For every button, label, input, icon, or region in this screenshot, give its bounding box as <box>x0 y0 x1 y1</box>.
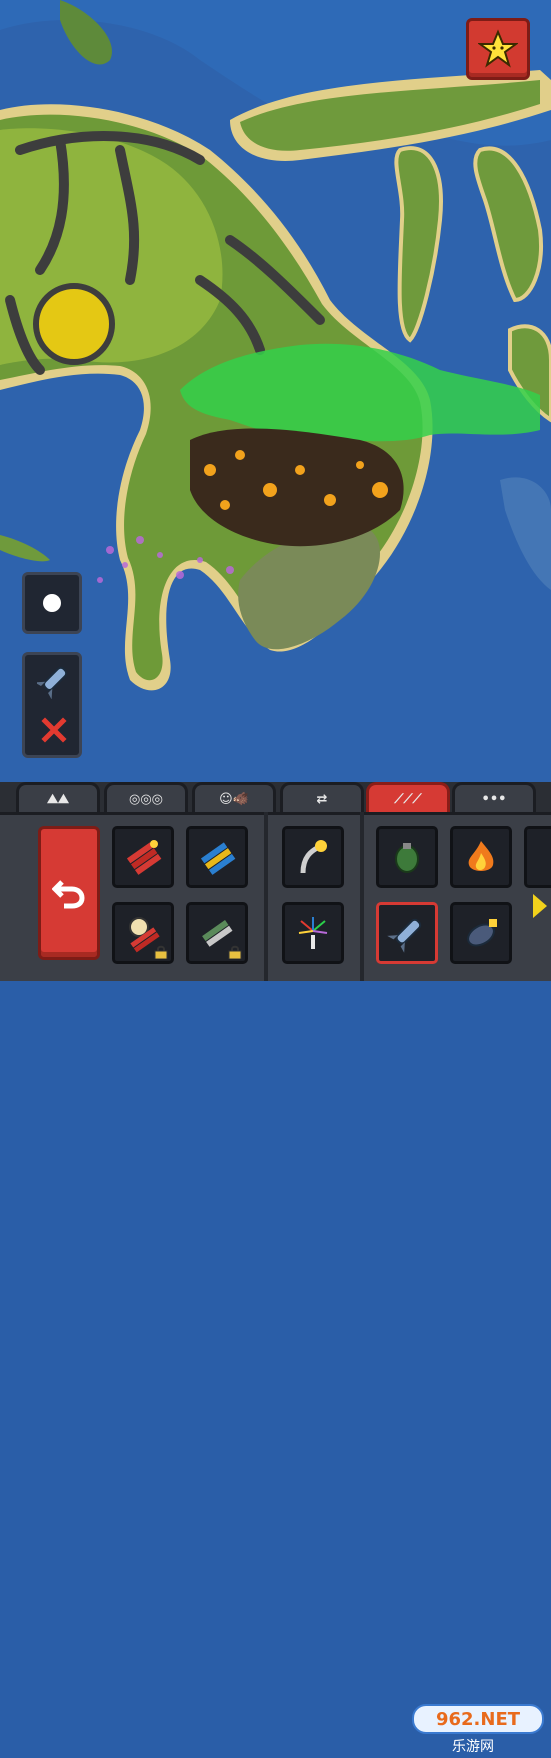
terrain-icon: ⛰⛰ <box>47 792 69 807</box>
favorites-button[interactable] <box>466 18 530 80</box>
tab-links[interactable]: ⇄ <box>280 782 364 814</box>
watermark: 962.NET 乐游网 <box>412 1700 544 1758</box>
x-mark-icon[interactable] <box>41 717 67 743</box>
missile-icon <box>387 918 422 953</box>
sun-crater <box>33 283 115 365</box>
tab-creatures[interactable]: ☺🐗 <box>192 782 276 814</box>
undo-button[interactable] <box>38 826 100 960</box>
creatures-icon: ☺🐗 <box>219 792 249 807</box>
tab-destruction[interactable]: ⟋⟋⟋ <box>366 782 450 814</box>
links-icon: ⇄ <box>316 792 328 807</box>
fireworks-icon <box>298 917 328 949</box>
power-slot-fireworks[interactable] <box>282 902 344 964</box>
power-slot-missile[interactable] <box>376 902 438 964</box>
tab-more[interactable]: ••• <box>452 782 536 814</box>
atomic-bomb-icon <box>467 919 497 947</box>
power-slot-partial[interactable] <box>524 826 551 888</box>
power-slot-timebomb[interactable] <box>112 902 174 964</box>
tab-terrain[interactable]: ⛰⛰ <box>16 782 100 814</box>
selected-power-panel[interactable] <box>22 652 82 758</box>
scroll-right-arrow-icon[interactable] <box>533 894 547 918</box>
power-slot-lightning[interactable] <box>282 826 344 888</box>
tray-divider <box>360 812 364 981</box>
destruction-icon: ⟋⟋⟋ <box>394 792 422 807</box>
power-slot-atomic-bomb[interactable] <box>450 902 512 964</box>
power-slot-napalm[interactable] <box>186 902 248 964</box>
power-slot-bomb-cluster[interactable] <box>186 826 248 888</box>
tab-bombs[interactable]: ◎◎◎ <box>104 782 188 814</box>
lock-icon <box>154 945 168 959</box>
watermark-brand: 962.NET <box>435 1708 521 1730</box>
fire-icon <box>468 841 494 871</box>
power-slot-fire[interactable] <box>450 826 512 888</box>
brush-size-button[interactable] <box>22 572 82 634</box>
power-slot-dynamite[interactable] <box>112 826 174 888</box>
bomb-cluster-icon <box>200 842 236 875</box>
lock-icon <box>228 945 242 959</box>
brush-size-dot-icon <box>43 594 61 612</box>
bombs-icon: ◎◎◎ <box>128 792 164 807</box>
star-icon <box>478 29 518 68</box>
missile-icon <box>37 666 68 699</box>
lightning-icon <box>300 840 327 874</box>
power-slot-grenade[interactable] <box>376 826 438 888</box>
dynamite-icon <box>126 840 162 875</box>
power-toolbar: ⛰⛰ ◎◎◎ ☺🐗 ⇄ ⟋⟋⟋ ••• 962.NET 乐游网 <box>0 782 551 1755</box>
tray-divider <box>264 812 268 981</box>
watermark-subtitle: 乐游网 <box>452 1739 494 1755</box>
undo-arrow-icon <box>52 880 85 909</box>
grenade-icon <box>395 843 419 873</box>
more-icon: ••• <box>481 792 507 807</box>
world-map[interactable] <box>0 0 551 782</box>
